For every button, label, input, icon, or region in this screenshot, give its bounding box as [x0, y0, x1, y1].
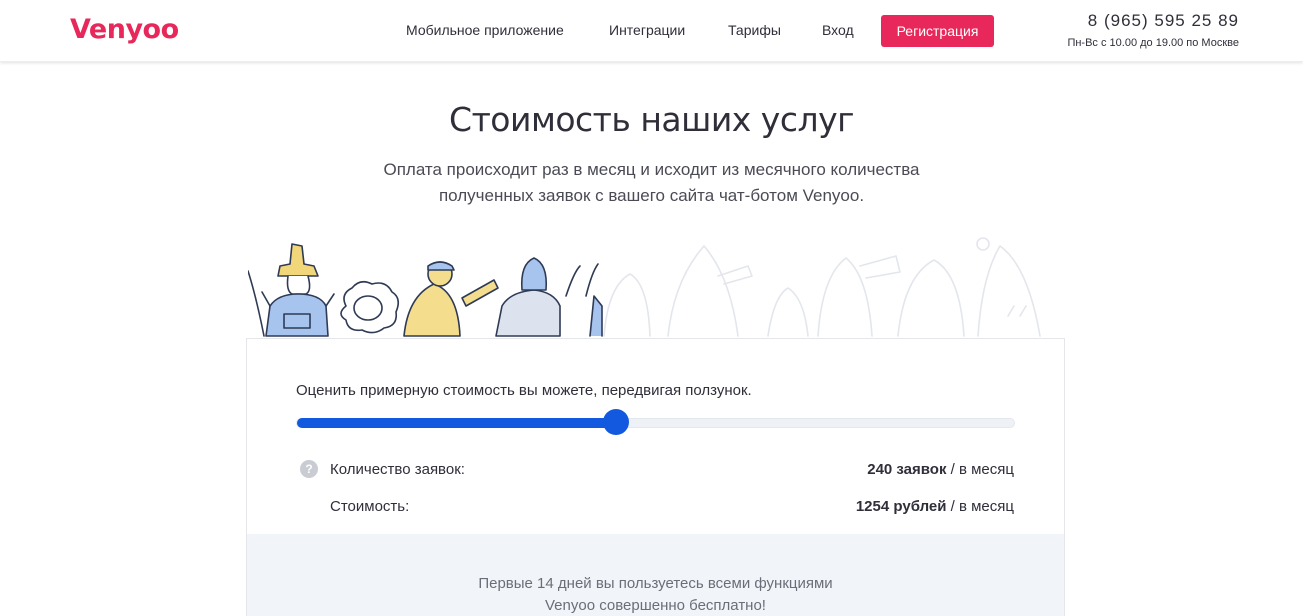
cost-value-row: 1254 рублей / в месяц: [856, 498, 1014, 515]
pricing-calculator-card: Оценить примерную стоимость вы можете, п…: [246, 338, 1065, 616]
logo[interactable]: Venyoo: [70, 14, 179, 45]
working-hours: Пн-Вс с 10.00 до 19.00 по Москве: [1067, 37, 1239, 49]
requests-unit: / в месяц: [946, 461, 1014, 478]
page-title: Стоимость наших услуг: [449, 100, 854, 139]
characters-illustration: [248, 237, 1041, 337]
subtitle-line-2: полученных заявок с вашего сайта чат-бот…: [438, 186, 865, 205]
cost-label: Стоимость:: [330, 498, 410, 515]
phone-number[interactable]: 8 (965) 595 25 89: [1088, 11, 1239, 31]
slider-thumb[interactable]: [603, 409, 629, 435]
cost-unit: / в месяц: [946, 498, 1014, 515]
register-button[interactable]: Регистрация: [881, 15, 994, 47]
slider-track[interactable]: [296, 418, 1015, 428]
page-subtitle: Оплата происходит раз в месяц и исходит …: [0, 157, 1303, 209]
slider-fill: [297, 418, 617, 428]
free-trial-text: Первые 14 дней вы пользуетесь всеми функ…: [247, 573, 1064, 616]
nav-integrations[interactable]: Интеграции: [609, 22, 685, 38]
free-trial-banner: Первые 14 дней вы пользуетесь всеми функ…: [247, 534, 1064, 616]
site-header: Venyoo Мобильное приложение Интеграции Т…: [0, 0, 1303, 62]
free-trial-line-1: Первые 14 дней вы пользуетесь всеми функ…: [478, 575, 833, 592]
requests-label: Количество заявок:: [330, 461, 465, 478]
cost-value: 1254 рублей: [855, 498, 947, 515]
slider-label: Оценить примерную стоимость вы можете, п…: [296, 382, 752, 399]
free-trial-line-2: Venyoo совершенно бесплатно!: [545, 597, 766, 614]
nav-mobile-app[interactable]: Мобильное приложение: [406, 22, 564, 38]
nav-pricing[interactable]: Тарифы: [728, 22, 781, 38]
requests-value: 240 заявок: [867, 461, 947, 478]
help-icon[interactable]: ?: [300, 460, 318, 478]
requests-value-row: 240 заявок / в месяц: [867, 461, 1014, 478]
nav-login[interactable]: Вход: [822, 22, 854, 38]
subtitle-line-1: Оплата происходит раз в месяц и исходит …: [383, 160, 920, 179]
